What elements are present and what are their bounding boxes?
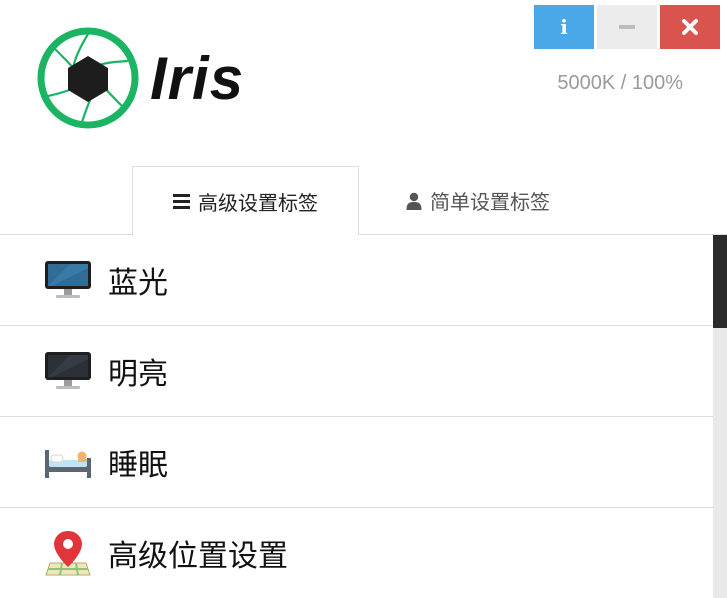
list-item-location-settings[interactable]: 高级位置设置 [0, 508, 713, 598]
list-item-label: 明亮 [108, 357, 168, 392]
iris-logo-icon [36, 26, 140, 130]
list-item-label: 高级位置设置 [108, 539, 288, 574]
monitor-blue-icon [44, 256, 92, 304]
tab-simple-settings[interactable]: 简单设置标签 [368, 166, 588, 235]
minimize-button[interactable] [597, 5, 657, 49]
settings-tabs: 高级设置标签 简单设置标签 [0, 166, 727, 235]
scrollbar-thumb[interactable] [713, 235, 727, 328]
scrollbar-track[interactable] [713, 235, 727, 598]
info-button[interactable]: i [534, 5, 594, 49]
tab-label: 简单设置标签 [430, 192, 550, 214]
list-item-label: 睡眠 [108, 448, 168, 483]
bed-icon [44, 438, 92, 486]
tab-advanced-settings[interactable]: 高级设置标签 [132, 166, 359, 235]
list-item-blue-light[interactable]: 蓝光 [0, 235, 713, 326]
close-button[interactable] [660, 5, 720, 49]
list-item-label: 蓝光 [108, 266, 168, 301]
menu-icon [173, 193, 190, 209]
temperature-brightness-status: 5000K / 100% [557, 72, 683, 94]
list-item-sleep[interactable]: 睡眠 [0, 417, 713, 508]
monitor-dark-icon [44, 347, 92, 395]
settings-list: 蓝光 明亮 睡眠 高级位置设置 [0, 235, 713, 598]
user-icon [406, 192, 422, 210]
tab-label: 高级设置标签 [198, 192, 318, 215]
app-name: Iris [150, 45, 245, 112]
close-icon [682, 19, 698, 35]
minimize-icon [619, 25, 635, 29]
list-item-brightness[interactable]: 明亮 [0, 326, 713, 417]
info-icon: i [560, 15, 568, 39]
map-pin-icon [44, 529, 92, 577]
